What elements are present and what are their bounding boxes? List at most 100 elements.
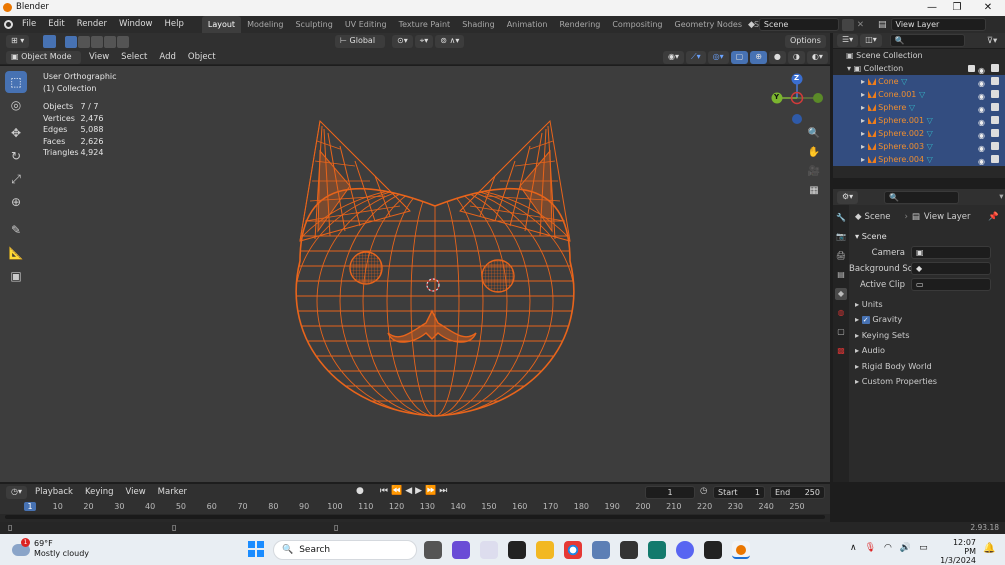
menu-render[interactable]: Render	[71, 16, 113, 33]
play-reverse-icon[interactable]: ◀	[405, 486, 412, 496]
tab-uv-editing[interactable]: UV Editing	[339, 16, 393, 33]
jump-start-icon[interactable]: ⏮	[380, 486, 388, 496]
outliner-item-sphere-004[interactable]: ▸ Sphere.004 ▽ ◉	[833, 153, 1005, 166]
camera-icon[interactable]	[991, 90, 999, 98]
visibility-icon[interactable]: ◉▾	[663, 51, 684, 64]
windows-start-icon[interactable]	[248, 541, 264, 557]
rigid-body-world-panel[interactable]: ▸ Rigid Body World	[849, 359, 1005, 375]
shading-wireframe-icon[interactable]: ⊕	[750, 51, 767, 64]
camera-icon[interactable]	[991, 103, 999, 111]
eye-icon[interactable]: ◉	[978, 155, 985, 168]
gravity-checkbox[interactable]: ✓	[861, 316, 870, 324]
background-scene-field[interactable]: ◆	[911, 262, 991, 275]
current-frame-field[interactable]: 1	[645, 486, 695, 499]
render-tab-icon[interactable]: 📷	[835, 231, 847, 243]
start-frame-field[interactable]: Start 1	[713, 486, 765, 499]
shading-rendered-icon[interactable]: ◐▾	[806, 51, 828, 64]
outliner-item-cone-001[interactable]: ▸ Cone.001 ▽ ◉	[833, 88, 1005, 101]
notion-icon[interactable]	[508, 541, 526, 559]
blender-taskbar-icon[interactable]	[732, 541, 750, 559]
close-button[interactable]: ✕	[981, 1, 995, 15]
blender-menu-icon[interactable]	[0, 16, 16, 33]
file-explorer-icon[interactable]	[536, 541, 554, 559]
outliner-item-sphere-002[interactable]: ▸ Sphere.002 ▽ ◉	[833, 127, 1005, 140]
camera-icon[interactable]	[991, 142, 999, 150]
custom-properties-panel[interactable]: ▸ Custom Properties	[849, 374, 1005, 390]
menu-edit[interactable]: Edit	[42, 16, 70, 33]
mode-intersect-icon[interactable]	[117, 35, 130, 48]
pan-hand-icon[interactable]: ✋	[806, 145, 822, 161]
shading-material-icon[interactable]: ◑	[787, 51, 805, 64]
timeline-ruler[interactable]: 1 10 20 30 40 50 60 70 80 90 100 110 120 130 140 150 160…	[0, 500, 830, 522]
collection-tab-icon[interactable]: ▢	[835, 326, 847, 338]
transform-orientation-dropdown[interactable]: ⊢ Global	[335, 35, 385, 48]
terminal-icon[interactable]	[704, 541, 722, 559]
transform-tool-icon[interactable]: ⊕	[5, 191, 27, 213]
outliner-collection[interactable]: ▾ ▣ Collection ◉	[833, 62, 1005, 75]
app-icon[interactable]	[648, 541, 666, 559]
unity-icon[interactable]	[620, 541, 638, 559]
select-tool-icon[interactable]: ⬚	[5, 71, 27, 93]
camera-icon[interactable]	[991, 64, 999, 72]
outliner-item-cone[interactable]: ▸ Cone ▽ ◉	[833, 75, 1005, 88]
overlay-icon[interactable]: ◎▾	[707, 51, 729, 64]
zoom-icon[interactable]: 🔍	[806, 126, 822, 142]
scale-tool-icon[interactable]: ⤢	[5, 168, 27, 190]
properties-search-input[interactable]: 🔍	[884, 190, 960, 204]
filter-icon[interactable]: ⊽▾	[987, 36, 998, 46]
properties-editor-type-icon[interactable]: ⚙▾	[837, 190, 859, 204]
timeline-scrollbar[interactable]	[5, 515, 825, 519]
tab-compositing[interactable]: Compositing	[606, 16, 668, 33]
timeline-menu-view[interactable]: View	[120, 484, 152, 500]
audio-panel[interactable]: ▸ Audio	[849, 343, 1005, 359]
remove-scene-icon[interactable]: ✕	[857, 20, 864, 30]
menu-file[interactable]: File	[16, 16, 42, 33]
outliner-item-sphere-003[interactable]: ▸ Sphere.003 ▽ ◉	[833, 140, 1005, 153]
outliner-item-sphere-001[interactable]: ▸ Sphere.001 ▽ ◉	[833, 114, 1005, 127]
end-frame-field[interactable]: End 250	[770, 486, 825, 499]
timeline-menu-playback[interactable]: Playback	[29, 484, 79, 500]
tab-layout[interactable]: Layout	[201, 16, 242, 33]
tab-rendering[interactable]: Rendering	[553, 16, 606, 33]
tab-texture-paint[interactable]: Texture Paint	[393, 16, 457, 33]
view-layer-tab-icon[interactable]: ▤	[835, 269, 847, 281]
keying-sets-panel[interactable]: ▸ Keying Sets	[849, 328, 1005, 344]
mode-extend-icon[interactable]	[78, 35, 91, 48]
timeline-menu-keying[interactable]: Keying	[79, 484, 120, 500]
outliner-scene-collection[interactable]: ▣ Scene Collection	[833, 49, 1005, 62]
gizmo-icon[interactable]: ⟋▾	[686, 51, 706, 64]
viewport-menu-add[interactable]: Add	[153, 50, 181, 65]
scene-field[interactable]: Scene	[758, 18, 839, 31]
camera-icon[interactable]	[991, 77, 999, 85]
menu-help[interactable]: Help	[158, 16, 189, 33]
viewport-menu-view[interactable]: View	[83, 50, 115, 65]
volume-icon[interactable]: 🔊	[900, 543, 911, 553]
camera-icon[interactable]	[991, 129, 999, 137]
wifi-icon[interactable]: ◠	[884, 543, 892, 553]
camera-icon[interactable]	[991, 155, 999, 163]
scene-panel-header[interactable]: ▾ Scene	[849, 229, 1005, 245]
pivot-icon[interactable]: ⊙▾	[392, 35, 413, 48]
clock[interactable]: 12:07 PM 1/3/2024	[940, 538, 976, 565]
outliner-editor-type-icon[interactable]: ☰▾	[837, 34, 859, 47]
mode-set-icon[interactable]	[65, 35, 78, 48]
tab-modeling[interactable]: Modeling	[241, 16, 289, 33]
notification-bell-icon[interactable]: 🔔	[983, 543, 995, 554]
output-tab-icon[interactable]: 🖨	[835, 250, 847, 262]
tab-animation[interactable]: Animation	[501, 16, 554, 33]
tab-sculpting[interactable]: Sculpting	[289, 16, 338, 33]
microphone-icon[interactable]: 🎙	[865, 543, 876, 553]
cursor-tool-icon[interactable]: ◎	[5, 94, 27, 116]
camera-icon[interactable]	[991, 116, 999, 124]
prev-keyframe-icon[interactable]: ⏪	[391, 486, 402, 496]
camera-field[interactable]: ▣	[911, 246, 991, 259]
3d-viewport[interactable]: ⬚ ◎ ✥ ↻ ⤢ ⊕ ✎ 📐 ▣ User Orthographic (1) …	[0, 66, 830, 482]
active-clip-field[interactable]: ▭	[911, 278, 991, 291]
new-scene-icon[interactable]	[841, 18, 854, 31]
move-tool-icon[interactable]: ✥	[5, 122, 27, 144]
photos-icon[interactable]	[592, 541, 610, 559]
rotate-tool-icon[interactable]: ↻	[5, 145, 27, 167]
record-icon[interactable]: ●	[356, 486, 364, 496]
mode-subtract-icon[interactable]	[91, 35, 104, 48]
world-tab-icon[interactable]: ◍	[835, 307, 847, 319]
